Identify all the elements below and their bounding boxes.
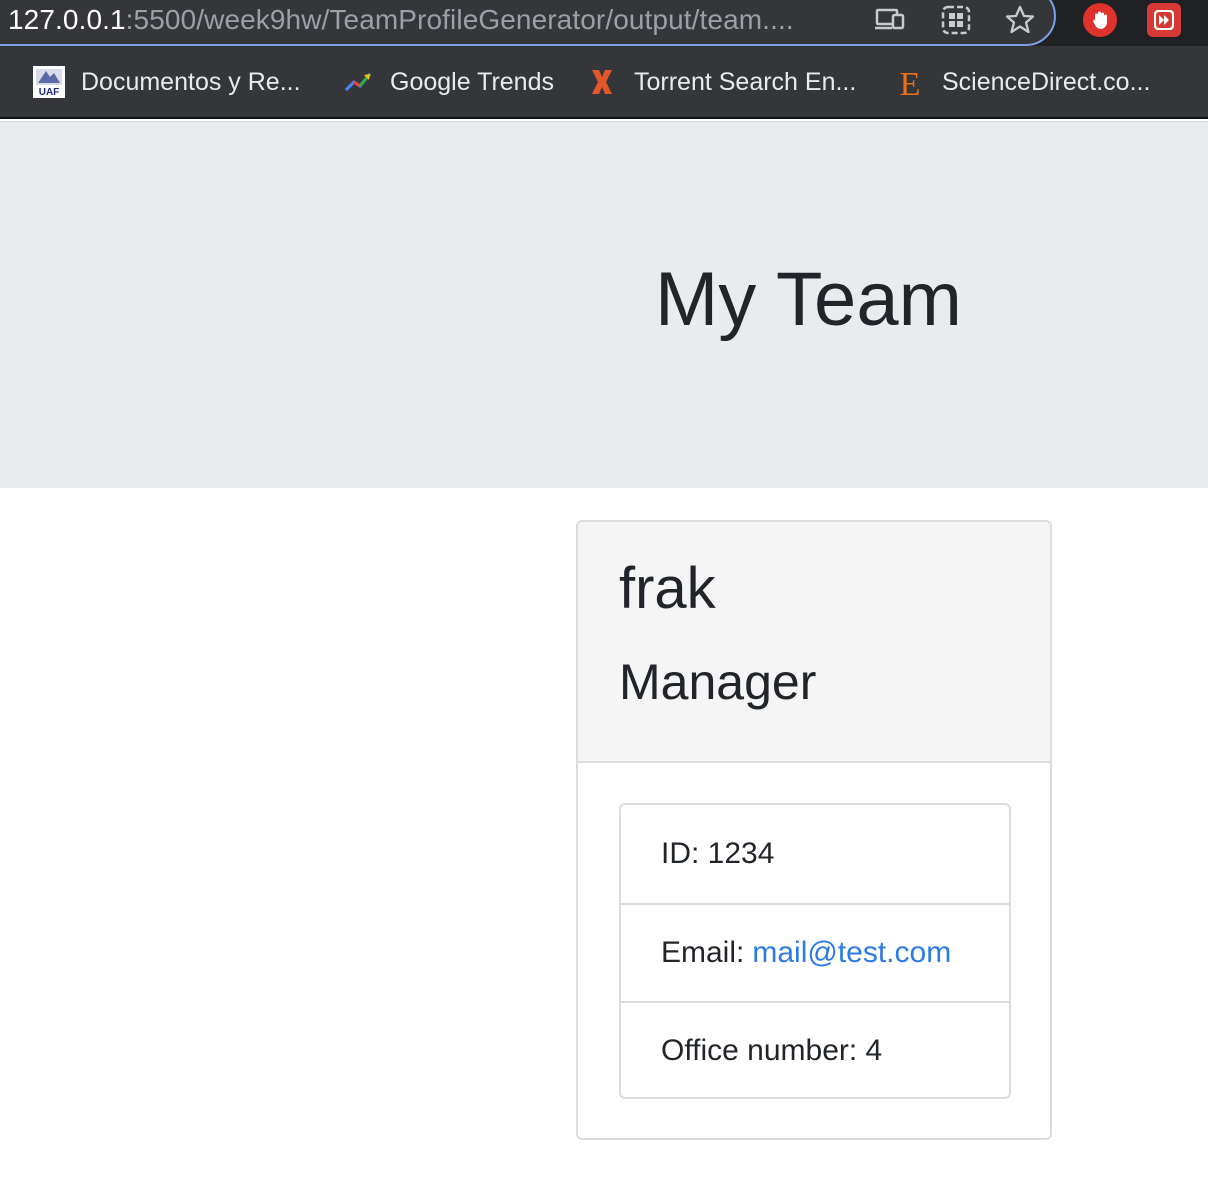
url-host: 127.0.0.1 — [8, 4, 126, 35]
bookmark-star-icon[interactable] — [1000, 2, 1040, 38]
svg-text:UAF: UAF — [39, 87, 60, 98]
bookmark-label: ScienceDirect.co... — [942, 68, 1151, 96]
red-fastforward-extension-icon[interactable] — [1147, 3, 1181, 37]
employee-role: Manager — [619, 654, 817, 710]
adblock-hand-icon[interactable] — [1083, 3, 1117, 37]
bookmarks-bar: UAF Documentos y Re... Google Trends Tor… — [0, 46, 1208, 119]
email-label: Email: — [661, 936, 745, 969]
bookmark-sciencedirect[interactable]: E ScienceDirect.co... — [893, 64, 1151, 100]
employee-card: frak Manager ID: 1234 Email: mail@test.c… — [576, 520, 1052, 1140]
email-link[interactable]: mail@test.com — [752, 936, 951, 970]
url-path: :5500/week9hw/TeamProfileGenerator/outpu… — [125, 4, 794, 35]
torrent-x-icon — [585, 65, 619, 99]
browser-top-bar: 127.0.0.1:5500/week9hw/TeamProfileGenera… — [0, 0, 1208, 46]
elsevier-e-icon: E — [893, 65, 927, 100]
bookmark-torrent-search[interactable]: Torrent Search En... — [585, 64, 856, 100]
bookmark-label: Torrent Search En... — [634, 68, 857, 96]
employee-details-list: ID: 1234 Email: mail@test.com Office num… — [619, 803, 1011, 1099]
employee-email-row: Email: mail@test.com — [621, 903, 1009, 1001]
tab-search-icon[interactable] — [936, 2, 976, 38]
employee-card-header: frak Manager — [578, 522, 1050, 763]
employee-name: frak — [619, 556, 716, 621]
bookmark-documentos[interactable]: UAF Documentos y Re... — [32, 64, 301, 100]
google-trends-icon — [341, 65, 375, 99]
cast-devices-icon[interactable] — [871, 2, 911, 38]
employee-id: ID: 1234 — [661, 837, 775, 870]
address-bar-url[interactable]: 127.0.0.1:5500/week9hw/TeamProfileGenera… — [8, 3, 794, 37]
uaf-logo-icon: UAF — [32, 65, 66, 99]
bookmark-label: Documentos y Re... — [81, 68, 301, 96]
employee-office-number: Office number: 4 — [621, 1001, 1009, 1097]
page-title: My Team — [655, 257, 962, 342]
svg-text:E: E — [900, 66, 921, 100]
bookmark-google-trends[interactable]: Google Trends — [341, 64, 554, 100]
bookmark-label: Google Trends — [390, 68, 554, 96]
page-header — [0, 121, 1208, 488]
